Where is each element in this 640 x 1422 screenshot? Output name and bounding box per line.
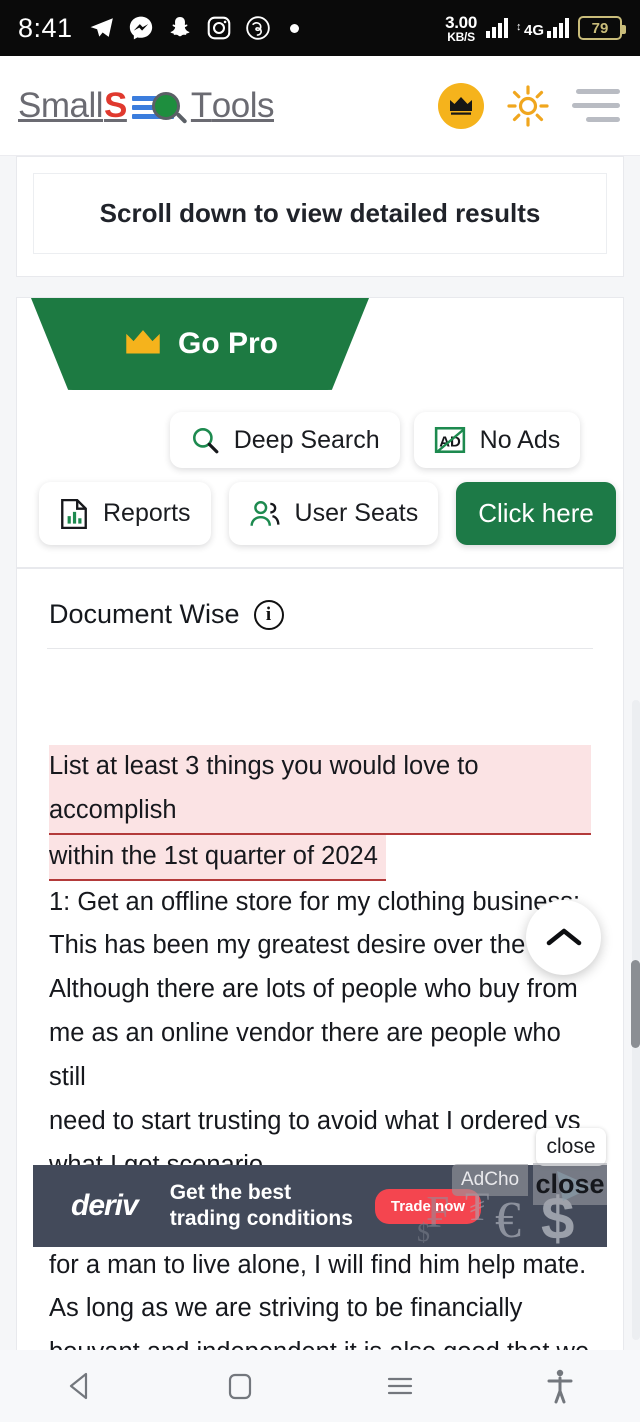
threads-icon <box>245 16 270 40</box>
site-header: Small S T ools <box>0 56 640 156</box>
telegram-icon <box>90 18 113 37</box>
mobile-data-indicator: 4G <box>516 18 569 38</box>
feature-reports[interactable]: Reports <box>39 482 211 545</box>
crown-icon <box>126 330 160 354</box>
feature-label: No Ads <box>479 425 561 454</box>
document-scrollbar-thumb[interactable] <box>631 960 640 1048</box>
nav-back-button[interactable] <box>0 1369 160 1403</box>
status-bar-notification-icons <box>89 15 446 41</box>
document-body-line: As long as we are striving to be financi… <box>49 1294 523 1323</box>
ad-close-overlay-button[interactable]: close <box>533 1163 607 1205</box>
pro-feature-row-2: Reports User Seats Click here <box>17 482 623 545</box>
pro-feature-row-1: Deep Search AD No Ads <box>17 412 623 468</box>
ad-headline-line1: Get the best <box>169 1181 292 1205</box>
document-body-line: Although there are lots of people who bu… <box>49 975 578 1004</box>
logo-text-t: T <box>190 85 212 125</box>
document-body-line: need to start trusting to avoid what I o… <box>49 1106 581 1135</box>
ad-close-button[interactable]: close <box>536 1128 606 1166</box>
accessibility-person-icon <box>547 1369 573 1404</box>
network-type-label: 4G <box>516 22 544 38</box>
document-body-line: me as an online vendor there are people … <box>49 1019 561 1092</box>
highlighted-line: within the 1st quarter of 2024 <box>49 834 591 881</box>
feature-no-ads[interactable]: AD No Ads <box>413 412 581 468</box>
document-wise-card: Document Wise i List at least 3 things y… <box>16 568 624 1377</box>
chevron-up-icon <box>546 928 581 945</box>
logo-text-ools: ools <box>211 85 275 125</box>
document-body-line: for a man to live alone, I will find him… <box>49 1250 587 1279</box>
status-bar-clock: 8:41 <box>18 12 73 43</box>
ad-headline-line2: trading conditions <box>169 1207 353 1230</box>
nav-home-button[interactable] <box>160 1369 320 1403</box>
ad-headline: Get the best trading conditions <box>170 1180 353 1231</box>
feature-label: Deep Search <box>233 425 380 454</box>
go-pro-crown-button[interactable] <box>438 82 484 129</box>
signal-bars-icon-1 <box>485 18 508 38</box>
ad-brand-logo: deriv <box>71 1189 139 1222</box>
report-document-icon <box>61 498 87 529</box>
android-status-bar: 8:41 3.00 KB/S 4G 79 <box>0 0 640 56</box>
dot-icon <box>289 23 299 33</box>
svg-text:₣: ₣ <box>427 1186 450 1237</box>
messenger-icon <box>129 16 152 40</box>
users-icon <box>249 500 280 526</box>
highlighted-line: List at least 3 things you would love to… <box>49 745 591 835</box>
recents-lines-icon <box>387 1377 413 1395</box>
theme-toggle-button[interactable] <box>506 84 550 128</box>
nav-recents-button[interactable] <box>320 1371 480 1401</box>
header-actions <box>438 82 620 129</box>
document-body-line: This has been my greatest desire over th… <box>49 931 560 960</box>
results-notice-card: Scroll down to view detailed results <box>16 156 624 277</box>
search-icon <box>192 428 219 454</box>
feature-label: User Seats <box>294 499 419 527</box>
scroll-down-notice: Scroll down to view detailed results <box>33 173 607 254</box>
feature-user-seats[interactable]: User Seats <box>228 482 439 545</box>
document-body-line: 1: Get an offline store for my clothing … <box>49 887 581 916</box>
crown-icon <box>450 96 472 115</box>
hamburger-menu-icon[interactable] <box>572 89 620 122</box>
no-ads-icon: AD <box>434 426 465 454</box>
svg-text:€: € <box>495 1192 521 1247</box>
go-pro-ribbon[interactable]: Go Pro <box>31 298 369 390</box>
svg-text:$: $ <box>417 1218 430 1247</box>
nav-accessibility-button[interactable] <box>480 1368 640 1404</box>
logo-text-s: S <box>104 85 127 125</box>
feature-label: Reports <box>103 499 191 527</box>
adchoices-label[interactable]: AdCho <box>452 1164 529 1196</box>
site-logo[interactable]: Small S T ools <box>18 85 275 126</box>
info-icon[interactable]: i <box>253 599 284 630</box>
logo-magnifier-icon <box>127 86 193 126</box>
document-text-viewer[interactable]: List at least 3 things you would love to… <box>37 649 603 1375</box>
home-square-icon <box>228 1373 252 1400</box>
android-navigation-bar <box>0 1350 640 1422</box>
sun-icon <box>507 84 549 127</box>
logo-text-small: Small <box>18 85 104 125</box>
network-speed-indicator: 3.00 KB/S <box>445 12 477 44</box>
snapchat-icon <box>170 16 189 37</box>
document-wise-header: Document Wise i <box>37 589 603 648</box>
go-pro-panel: Go Pro Deep Search AD No Ads <box>16 297 624 568</box>
battery-percent-label: 79 <box>591 19 609 37</box>
go-pro-label: Go Pro <box>177 327 278 360</box>
instagram-icon <box>207 16 230 40</box>
signal-bars-icon-2 <box>547 18 569 38</box>
document-wise-title: Document Wise <box>49 599 240 629</box>
scroll-to-top-button[interactable] <box>526 900 601 975</box>
battery-indicator: 79 <box>578 16 626 40</box>
status-bar-system-icons: 3.00 KB/S 4G 79 <box>445 12 626 44</box>
go-pro-cta-button[interactable]: Click here <box>456 482 616 545</box>
feature-deep-search[interactable]: Deep Search <box>169 412 400 468</box>
back-triangle-icon <box>69 1372 88 1400</box>
